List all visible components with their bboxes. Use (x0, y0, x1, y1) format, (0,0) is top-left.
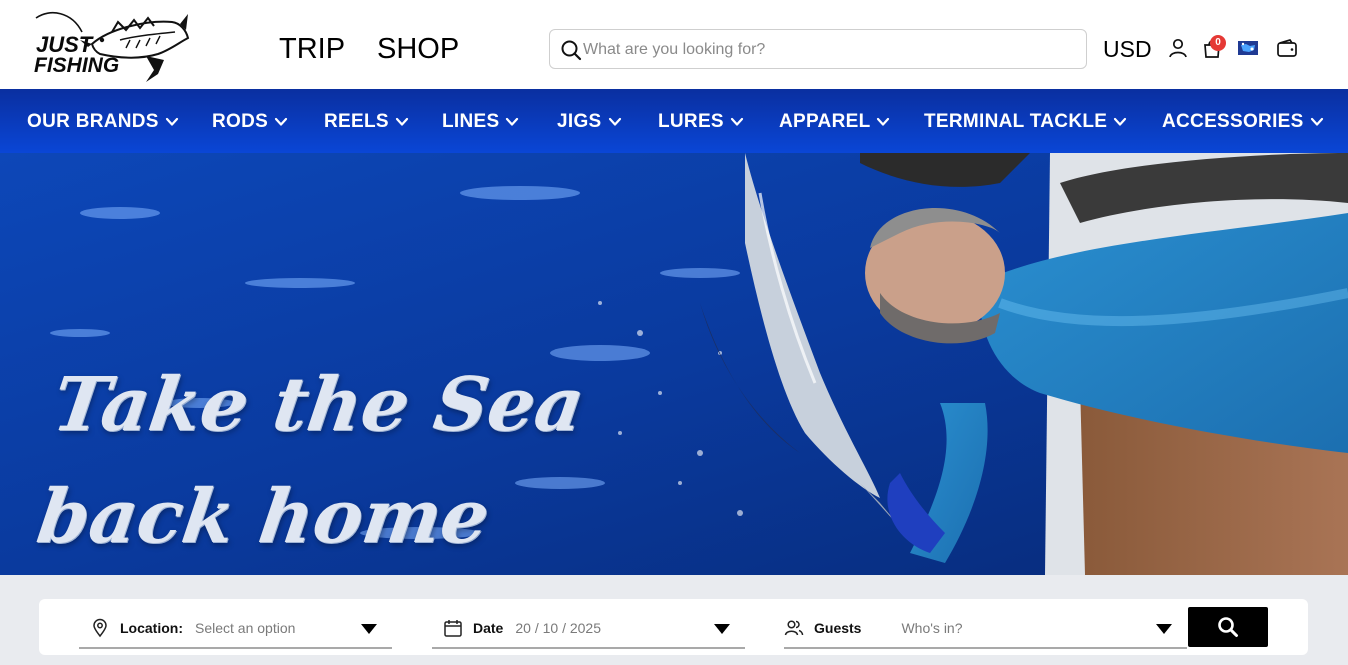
nav-item-lures[interactable]: LURES (658, 111, 744, 133)
cart-count-badge: 0 (1210, 35, 1226, 51)
chevron-down-icon (505, 115, 519, 129)
chevron-down-icon (274, 115, 288, 129)
nav-item-label: TERMINAL TACKLE (924, 111, 1108, 132)
search-icon (560, 39, 582, 61)
hero-title-line1: Take the Sea (47, 362, 590, 448)
nav-item-label: ACCESSORIES (1162, 111, 1304, 132)
nav-item-our-brands[interactable]: OUR BRANDS (27, 111, 179, 133)
hero-title-line2: back home (32, 474, 495, 560)
map-pin-icon (90, 618, 110, 638)
currency-selector[interactable]: USD (1103, 36, 1152, 63)
caret-down-icon (360, 623, 378, 635)
location-select[interactable]: Location: Select an option (79, 609, 392, 649)
flag-icon[interactable] (1237, 37, 1259, 59)
nav-item-reels[interactable]: REELS (324, 111, 409, 133)
nav-item-label: JIGS (557, 111, 602, 132)
chevron-down-icon (1310, 115, 1324, 129)
nav-item-label: LINES (442, 111, 500, 132)
hero-title: Take the Sea back home (30, 349, 591, 573)
guests-label: Guests (814, 620, 862, 636)
booking-search-button[interactable] (1188, 607, 1268, 647)
chevron-down-icon (1113, 115, 1127, 129)
nav-item-label: OUR BRANDS (27, 111, 159, 132)
search-bar[interactable] (549, 29, 1087, 69)
nav-item-terminal-tackle[interactable]: TERMINAL TACKLE (924, 111, 1127, 133)
chevron-down-icon (395, 115, 409, 129)
calendar-icon (443, 618, 463, 638)
chevron-down-icon (165, 115, 179, 129)
location-label: Location: (120, 620, 183, 636)
date-picker[interactable]: Date 20 / 10 / 2025 (432, 609, 745, 649)
chevron-down-icon (876, 115, 890, 129)
shop-link[interactable]: SHOP (377, 32, 459, 66)
nav-item-label: APPAREL (779, 111, 871, 132)
caret-down-icon (713, 623, 731, 635)
nav-item-accessories[interactable]: ACCESSORIES (1162, 111, 1324, 133)
chevron-down-icon (730, 115, 744, 129)
wallet-icon[interactable] (1276, 37, 1298, 59)
site-header: JUST FISHING TRIP SHOP USD 0 (0, 0, 1348, 89)
just-fishing-logo[interactable]: JUST FISHING (30, 10, 190, 86)
category-nav: OUR BRANDS RODS REELS LINES JIGS LURES A… (0, 89, 1348, 153)
booking-form: Location: Select an option Date 20 / 10 … (39, 599, 1308, 655)
logo-text-fishing: FISHING (34, 54, 120, 77)
guests-select[interactable]: Guests Who's in? (784, 609, 1187, 649)
trip-link[interactable]: TRIP (279, 32, 345, 66)
nav-item-jigs[interactable]: JIGS (557, 111, 622, 133)
guests-value: Who's in? (901, 620, 963, 636)
nav-item-label: REELS (324, 111, 389, 132)
nav-item-label: RODS (212, 111, 269, 132)
nav-item-lines[interactable]: LINES (442, 111, 519, 133)
date-label: Date (473, 620, 504, 636)
user-icon[interactable] (1167, 37, 1189, 59)
users-icon (784, 618, 804, 638)
hero-banner: Take the Sea back home (0, 153, 1348, 575)
date-value: 20 / 10 / 2025 (515, 620, 601, 636)
nav-item-rods[interactable]: RODS (212, 111, 288, 133)
chevron-down-icon (608, 115, 622, 129)
nav-item-label: LURES (658, 111, 724, 132)
search-icon (1218, 617, 1238, 637)
nav-item-apparel[interactable]: APPAREL (779, 111, 890, 133)
location-value: Select an option (195, 620, 296, 636)
caret-down-icon (1155, 623, 1173, 635)
booking-section: Location: Select an option Date 20 / 10 … (0, 575, 1348, 665)
search-input[interactable] (583, 36, 1073, 64)
